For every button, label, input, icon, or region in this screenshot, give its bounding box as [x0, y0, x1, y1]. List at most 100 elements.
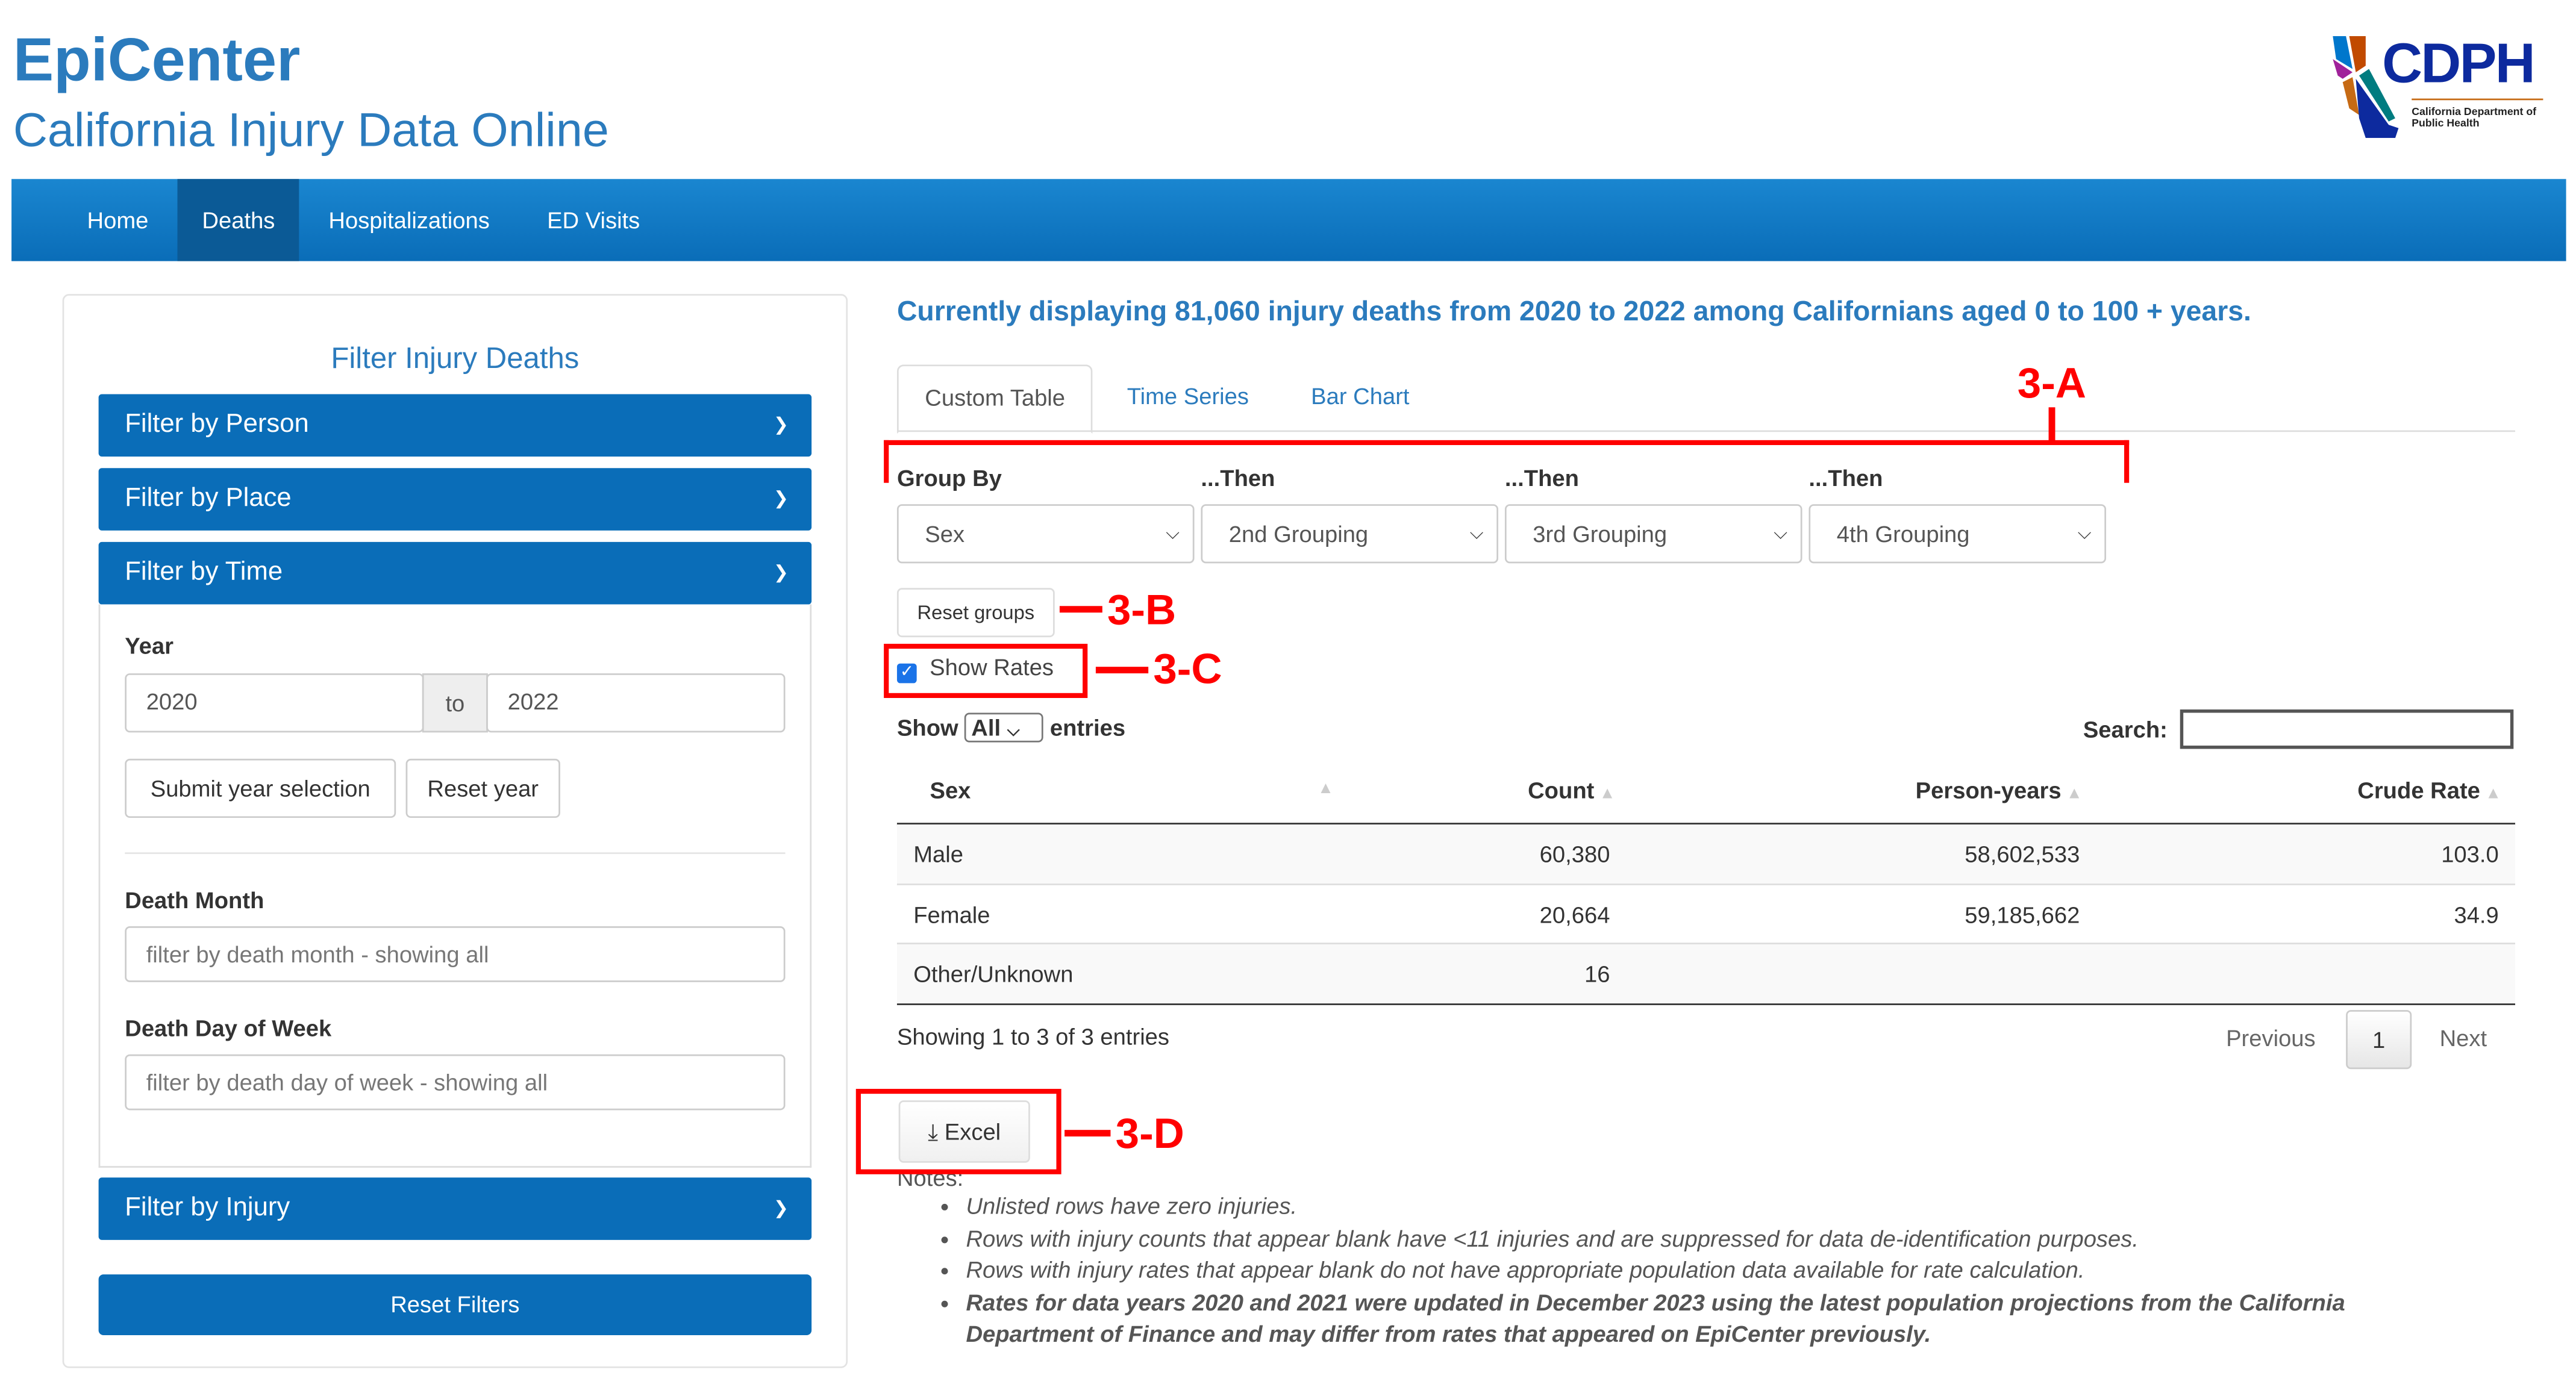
- year-label: Year: [125, 632, 174, 659]
- main-nav: Home Deaths Hospitalizations ED Visits: [11, 179, 2566, 261]
- column-header-sex[interactable]: Sex: [930, 777, 971, 803]
- cell-crude-rate: 103.0: [2441, 841, 2499, 867]
- column-header-count[interactable]: Count ▲: [1528, 777, 1615, 803]
- note-item: Rows with injury rates that appear blank…: [966, 1254, 2412, 1286]
- note-item: Rates for data years 2020 and 2021 were …: [966, 1287, 2412, 1351]
- death-month-label: Death Month: [125, 887, 264, 914]
- chevron-down-icon: ⌵: [2077, 523, 2092, 544]
- column-label: Crude Rate: [2357, 776, 2480, 803]
- annotation-connector: [1059, 606, 1102, 613]
- cell-count: 20,664: [1539, 902, 1610, 928]
- note-item: Rows with injury counts that appear blan…: [966, 1223, 2412, 1254]
- nav-home[interactable]: Home: [63, 179, 174, 261]
- reset-groups-button[interactable]: Reset groups: [896, 588, 1055, 638]
- column-header-crude-rate[interactable]: Crude Rate ▲: [2357, 777, 2501, 803]
- cdph-logo: CDPH California Department of Public Hea…: [2330, 33, 2543, 139]
- year-from-input[interactable]: 2020: [125, 673, 424, 733]
- accordion-label: Filter by Injury: [125, 1194, 290, 1222]
- cell-count: 60,380: [1539, 841, 1610, 867]
- table-row: Male 60,380 58,602,533 103.0: [896, 824, 2516, 884]
- third-grouping-select[interactable]: 3rd Grouping ⌵: [1504, 504, 1802, 564]
- annotation-connector: [2048, 407, 2055, 444]
- reset-filters-button[interactable]: Reset Filters: [98, 1274, 812, 1336]
- accordion-label: Filter by Person: [125, 410, 309, 439]
- select-value: Sex: [925, 520, 965, 547]
- cell-person-years: 59,185,662: [1965, 902, 2080, 928]
- fourth-grouping-select[interactable]: 4th Grouping ⌵: [1809, 504, 2107, 564]
- annotation-label-3d: 3-D: [1115, 1108, 1184, 1158]
- page-length-select[interactable]: All ⌵: [964, 712, 1044, 743]
- tab-custom-table[interactable]: Custom Table: [896, 364, 1093, 434]
- reset-year-button[interactable]: Reset year: [405, 758, 560, 818]
- column-label: Person-years: [1915, 776, 2062, 803]
- next-button[interactable]: Next: [2440, 1025, 2487, 1052]
- notes-title: Notes:: [896, 1164, 964, 1191]
- select-value: 4th Grouping: [1836, 520, 1970, 547]
- cell-sex: Male: [913, 841, 964, 867]
- group-by-select[interactable]: Sex ⌵: [896, 504, 1195, 564]
- logo-subtext: California Department of Public Health: [2412, 107, 2537, 130]
- tab-time-series[interactable]: Time Series: [1101, 364, 1275, 430]
- chevron-down-icon: ❯: [773, 415, 789, 435]
- annotation-box-3c: [884, 643, 1088, 698]
- chevron-down-icon: ⌵: [1774, 523, 1787, 544]
- filter-by-time[interactable]: Filter by Time ❯: [98, 541, 812, 605]
- select-value: All: [971, 714, 1001, 741]
- column-label: Sex: [930, 776, 971, 803]
- page-length-control: Show All ⌵ entries: [897, 712, 1126, 743]
- page: EpiCenter California Injury Data Online …: [0, 0, 2576, 1396]
- sort-icon: ▲: [1599, 785, 1616, 803]
- table-info: Showing 1 to 3 of 3 entries: [896, 1023, 1170, 1050]
- page-1-button[interactable]: 1: [2346, 1010, 2412, 1070]
- chevron-down-icon: ❯: [773, 563, 789, 584]
- annotation-label-3c: 3-C: [1153, 643, 1222, 693]
- accordion-label: Filter by Place: [125, 484, 292, 513]
- filter-by-place[interactable]: Filter by Place ❯: [98, 468, 812, 531]
- nav-ed-visits[interactable]: ED Visits: [522, 179, 664, 261]
- cell-count: 16: [1584, 961, 1610, 987]
- column-header-person-years[interactable]: Person-years ▲: [1916, 777, 2083, 803]
- sort-icon: ▲: [2485, 785, 2502, 803]
- app-subtitle: California Injury Data Online: [13, 105, 609, 158]
- nav-deaths[interactable]: Deaths: [177, 179, 300, 261]
- logo-text: CDPH: [2382, 33, 2536, 96]
- table-row: Female 20,664 59,185,662 34.9: [896, 883, 2516, 944]
- search-label: Search:: [2083, 715, 2168, 743]
- entries-label: entries: [1049, 714, 1126, 741]
- year-to-input[interactable]: 2022: [486, 673, 786, 733]
- note-item: Unlisted rows have zero injuries.: [966, 1191, 2412, 1223]
- year-to-addon: to: [422, 673, 488, 733]
- chevron-down-icon: ❯: [773, 1198, 789, 1219]
- annotation-box-3a: [884, 440, 2130, 483]
- filter-by-injury[interactable]: Filter by Injury ❯: [98, 1177, 812, 1240]
- cell-crude-rate: 34.9: [2454, 902, 2499, 928]
- death-dow-label: Death Day of Week: [125, 1015, 332, 1041]
- select-value: 2nd Grouping: [1228, 520, 1369, 547]
- second-grouping-select[interactable]: 2nd Grouping ⌵: [1201, 504, 1499, 564]
- sort-icon: ▲: [2066, 785, 2083, 803]
- logo-divider: [2412, 98, 2543, 101]
- table-row: Other/Unknown 16: [896, 943, 2516, 1005]
- chevron-down-icon: ⌵: [1166, 523, 1180, 544]
- chevron-down-icon: ❯: [773, 489, 789, 509]
- filter-panel: Filter Injury Deaths Filter by Person ❯ F…: [62, 294, 848, 1368]
- search-input[interactable]: [2180, 709, 2514, 749]
- filter-panel-title: Filter Injury Deaths: [331, 341, 580, 375]
- divider: [125, 852, 786, 855]
- nav-hospitalizations[interactable]: Hospitalizations: [304, 179, 514, 261]
- chevron-down-icon: ⌵: [1469, 523, 1484, 544]
- tab-bar-chart[interactable]: Bar Chart: [1285, 364, 1436, 430]
- annotation-connector: [1095, 667, 1149, 674]
- chevron-down-icon: ⌵: [1007, 722, 1020, 741]
- notes: Notes: Unlisted rows have zero injuries.…: [897, 1164, 2412, 1351]
- accordion-label: Filter by Time: [125, 558, 283, 587]
- summary-text: Currently displaying 81,060 injury death…: [896, 295, 2251, 327]
- sort-icon[interactable]: ▲︎: [1318, 780, 1334, 798]
- submit-year-button[interactable]: Submit year selection: [125, 758, 396, 818]
- filter-by-person[interactable]: Filter by Person ❯: [98, 394, 812, 457]
- annotation-box-3d: [855, 1089, 1061, 1174]
- tab-divider: [896, 430, 2516, 432]
- death-month-input[interactable]: filter by death month - showing all: [125, 926, 786, 982]
- death-dow-input[interactable]: filter by death day of week - showing al…: [125, 1054, 786, 1111]
- previous-button[interactable]: Previous: [2226, 1025, 2316, 1052]
